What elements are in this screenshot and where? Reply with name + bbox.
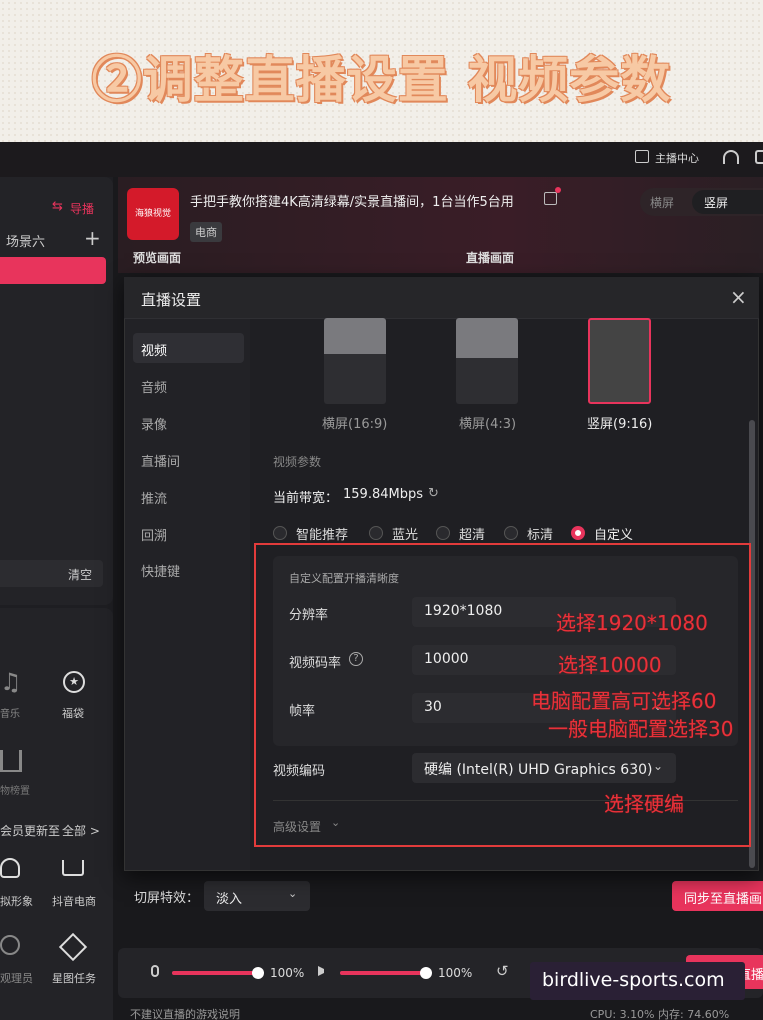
annotation-resolution: 选择1920*1080 (556, 611, 708, 635)
nav-audio[interactable]: 音频 (133, 370, 244, 400)
quality-custom-radio[interactable] (571, 526, 585, 540)
annotation-fps-normal: 一般电脑配置选择30 (548, 717, 734, 741)
microphone-icon[interactable] (151, 965, 159, 977)
transition-value: 淡入 (216, 892, 243, 907)
avatar-icon[interactable] (0, 858, 20, 878)
quality-custom-label[interactable]: 自定义 (594, 524, 633, 543)
studio-center-link[interactable]: 主播中心 (655, 150, 699, 166)
music-tool-label: 音乐 (0, 709, 20, 720)
dialog-title: 直播设置 (141, 291, 202, 309)
banner-title: ②调整直播设置 视频参数 (91, 50, 672, 109)
sync-live-button[interactable]: 同步至直播画 (672, 881, 763, 911)
active-scene-item[interactable] (0, 257, 106, 284)
orientation-4-3-option[interactable] (456, 318, 518, 404)
channel-logo[interactable]: 海狼视觉 (127, 188, 179, 240)
gift-bag-icon[interactable]: ★ (63, 671, 85, 693)
chart-tool-label: 物榜置 (0, 786, 30, 797)
music-icon[interactable]: ♫ (0, 668, 22, 696)
speaker-volume-slider[interactable] (340, 971, 428, 975)
orientation-9-16-label: 竖屏(9:16) (587, 417, 653, 432)
annotation-bitrate: 选择10000 (558, 653, 662, 677)
refresh-icon[interactable]: ↻ (428, 486, 439, 501)
cart-icon[interactable] (62, 860, 84, 876)
nav-streaming[interactable]: 推流 (133, 481, 244, 511)
gift-bag-tool-label: 福袋 (62, 707, 84, 720)
quality-uhd-radio[interactable] (436, 526, 450, 540)
orientation-4-3-label: 横屏(4:3) (459, 417, 517, 432)
ecommerce-tool-label: 抖音电商 (52, 895, 96, 908)
mic-volume-fill (172, 971, 259, 975)
nav-replay[interactable]: 回溯 (133, 518, 244, 548)
system-stats: CPU: 3.10% 内存: 74.60% (590, 1008, 730, 1020)
chart-icon[interactable] (0, 750, 22, 772)
quality-smart-radio[interactable] (273, 526, 287, 540)
guide-switch-icon[interactable]: ⇆ (52, 199, 63, 214)
user-admin-icon[interactable] (0, 935, 20, 955)
nav-live-room[interactable]: 直播间 (133, 444, 244, 474)
preview-label: 预览画面 (133, 251, 182, 265)
speaker-volume-fill (340, 971, 427, 975)
clear-button[interactable]: 清空 (68, 566, 92, 583)
avatar-tool-label: 拟形象 (0, 895, 33, 908)
orientation-9-16-option[interactable] (588, 318, 651, 404)
bandwidth-label: 当前带宽： (273, 491, 339, 506)
settings-nav (125, 319, 250, 870)
dialog-header (124, 277, 759, 319)
quality-smart-label[interactable]: 智能推荐 (296, 524, 348, 543)
portrait-toggle[interactable]: 竖屏 (704, 194, 728, 211)
transition-label: 切屏特效： (134, 891, 200, 906)
quality-sd-label[interactable]: 标清 (527, 524, 553, 543)
member-update-text: 会员更新至 (0, 824, 61, 838)
guide-button[interactable]: 导播 (70, 200, 94, 217)
transition-chevron-icon: ⌄ (288, 887, 298, 900)
task-tool-label: 星图任务 (52, 972, 96, 985)
quality-sd-radio[interactable] (504, 526, 518, 540)
category-tag: 电商 (190, 222, 222, 242)
undo-icon[interactable]: ↺ (496, 962, 509, 980)
landscape-toggle[interactable]: 横屏 (650, 194, 674, 211)
window-control-icon[interactable] (755, 150, 763, 164)
annotation-encoder: 选择硬编 (604, 792, 684, 816)
quality-uhd-label[interactable]: 超清 (459, 524, 485, 543)
edit-title-icon[interactable] (544, 192, 557, 205)
nav-video[interactable]: 视频 (133, 333, 244, 363)
annotation-fps-high: 电脑配置高可选择60 (531, 689, 717, 713)
mic-volume-value: 100% (270, 966, 305, 980)
mic-volume-slider[interactable] (172, 971, 260, 975)
nav-recording[interactable]: 录像 (133, 407, 244, 437)
speaker-icon[interactable] (318, 966, 328, 976)
footer-hint[interactable]: 不建议直播的游戏说明 (130, 1006, 240, 1020)
admin-tool-label: 观理员 (0, 972, 33, 985)
orientation-16-9-option[interactable] (324, 318, 386, 404)
headset-icon[interactable] (723, 150, 739, 164)
dashboard-icon[interactable] (635, 150, 649, 163)
video-params-section: 视频参数 (273, 455, 322, 469)
scene-name[interactable]: 场景六 (6, 231, 45, 250)
all-tools-link[interactable]: 全部 > (62, 822, 100, 839)
stream-title[interactable]: 手把手教你搭建4K高清绿幕/实景直播间，1台当作5台用 (190, 191, 514, 210)
add-scene-icon[interactable]: + (84, 226, 101, 250)
quality-bluray-label[interactable]: 蓝光 (392, 524, 418, 543)
speaker-volume-value: 100% (438, 966, 473, 980)
edit-notice-dot (555, 187, 561, 193)
live-view-label: 直播画面 (466, 251, 515, 265)
nav-shortcuts[interactable]: 快捷键 (133, 554, 244, 584)
watermark: birdlive-sports.com (530, 962, 745, 1000)
bandwidth-value: 159.84Mbps (343, 487, 423, 502)
orientation-16-9-label: 横屏(16:9) (322, 417, 388, 432)
close-icon[interactable]: × (730, 285, 747, 309)
quality-bluray-radio[interactable] (369, 526, 383, 540)
